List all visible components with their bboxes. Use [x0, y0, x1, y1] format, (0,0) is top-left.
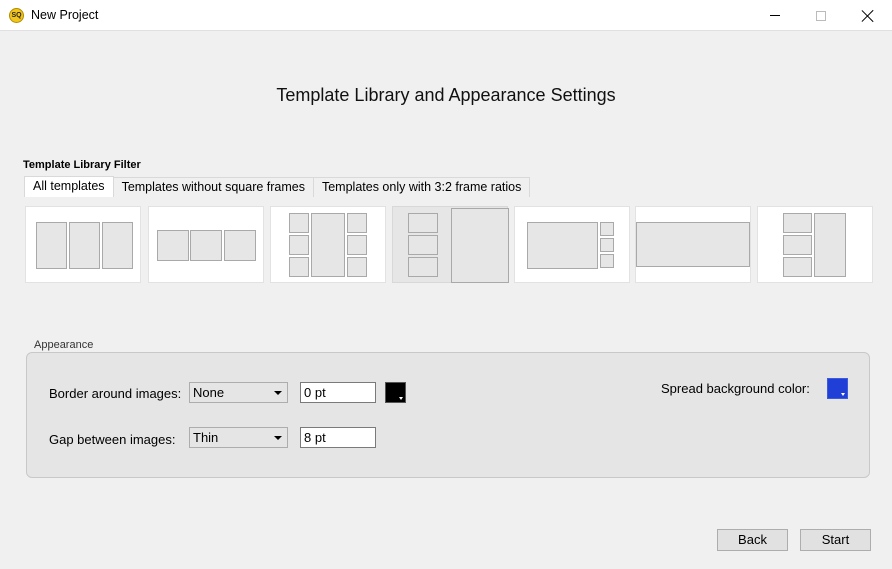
template-frame: [600, 238, 614, 252]
template-frame: [289, 235, 309, 255]
border-style-value: None: [193, 385, 225, 400]
template-frame: [347, 213, 367, 233]
template-thumbnail[interactable]: [757, 206, 873, 283]
border-style-dropdown[interactable]: None: [189, 382, 288, 403]
appearance-group-label: Appearance: [34, 339, 94, 351]
gap-label: Gap between images:: [49, 432, 176, 447]
template-frame: [157, 230, 189, 261]
template-frame: [347, 257, 367, 277]
template-thumbnail[interactable]: [514, 206, 630, 283]
close-button[interactable]: [845, 0, 891, 31]
template-frame: [102, 222, 133, 269]
template-gallery: [25, 206, 873, 284]
template-thumbnail[interactable]: [25, 206, 141, 283]
tab-no-square-frames[interactable]: Templates without square frames: [112, 177, 314, 197]
title-bar: SQ New Project: [0, 0, 892, 31]
minimize-icon: [770, 15, 780, 16]
template-frame: [289, 213, 309, 233]
border-width-input[interactable]: 0 pt: [300, 382, 376, 403]
chevron-down-icon: [274, 391, 282, 395]
appearance-panel: [26, 352, 870, 478]
template-frame: [814, 213, 846, 277]
border-label: Border around images:: [49, 386, 182, 401]
template-frame: [783, 235, 812, 255]
start-button[interactable]: Start: [800, 529, 871, 551]
close-icon: [862, 10, 874, 22]
template-filter-label: Template Library Filter: [23, 159, 141, 171]
template-frame: [408, 235, 438, 255]
template-thumbnail[interactable]: [148, 206, 264, 283]
maximize-button[interactable]: [798, 0, 844, 31]
tab-all-templates[interactable]: All templates: [24, 176, 114, 197]
chevron-down-icon: [399, 397, 403, 400]
gap-style-dropdown[interactable]: Thin: [189, 427, 288, 448]
template-frame: [311, 213, 345, 277]
template-frame: [636, 222, 750, 267]
template-frame: [527, 222, 598, 269]
template-frame: [783, 213, 812, 233]
minimize-button[interactable]: [752, 0, 798, 31]
template-frame: [783, 257, 812, 277]
template-frame: [36, 222, 67, 269]
spread-background-label: Spread background color:: [661, 381, 810, 396]
template-thumbnail[interactable]: [270, 206, 386, 283]
template-filter-tabs: All templates Templates without square f…: [24, 176, 531, 197]
window-title: New Project: [31, 8, 99, 22]
template-frame: [451, 208, 509, 283]
gap-width-input[interactable]: 8 pt: [300, 427, 376, 448]
template-frame: [224, 230, 256, 261]
page-title: Template Library and Appearance Settings: [276, 85, 616, 105]
chevron-down-icon: [841, 393, 845, 396]
template-frame: [347, 235, 367, 255]
tab-3-2-frame-ratios[interactable]: Templates only with 3:2 frame ratios: [312, 177, 531, 197]
template-frame: [289, 257, 309, 277]
chevron-down-icon: [274, 436, 282, 440]
template-frame: [69, 222, 100, 269]
template-frame: [600, 254, 614, 268]
back-button[interactable]: Back: [717, 529, 788, 551]
maximize-icon: [816, 10, 826, 21]
spread-background-color-picker[interactable]: [827, 378, 848, 399]
template-frame: [600, 222, 614, 236]
border-color-picker[interactable]: [385, 382, 406, 403]
gap-style-value: Thin: [193, 430, 219, 445]
template-thumbnail[interactable]: [635, 206, 751, 283]
template-thumbnail-selected[interactable]: [392, 206, 509, 283]
app-logo-icon: SQ: [9, 8, 24, 23]
template-frame: [408, 213, 438, 233]
template-frame: [408, 257, 438, 277]
template-frame: [190, 230, 222, 261]
